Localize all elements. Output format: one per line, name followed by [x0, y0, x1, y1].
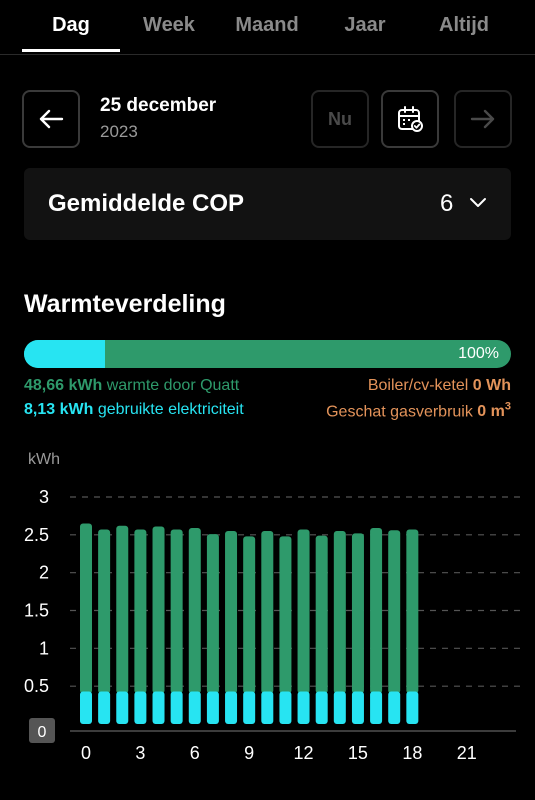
bar-heat: [279, 536, 292, 694]
bar-electricity: [370, 691, 383, 724]
bar-electricity: [116, 691, 129, 724]
x-tick-label: 12: [294, 743, 314, 763]
bar-electricity: [188, 691, 201, 724]
bar-heat: [188, 528, 201, 694]
period-tabs: Dag Week Maand Jaar Altijd: [0, 0, 535, 55]
x-tick-label: 15: [348, 743, 368, 763]
bar-heat: [333, 531, 346, 694]
cop-selector-value: 6: [440, 190, 454, 217]
bar-heat: [80, 523, 92, 694]
arrow-right-icon: [470, 109, 495, 129]
bar-electricity: [206, 691, 219, 724]
bar-heat: [206, 534, 219, 694]
bar-heat: [225, 531, 238, 694]
section-title: Warmteverdeling: [24, 290, 226, 318]
boiler-text: Boiler/cv-ketel: [367, 377, 469, 394]
x-tick-label: 18: [402, 743, 422, 763]
active-tab-indicator: [22, 49, 120, 52]
legend-boiler: Boiler/cv-ketel 0 Wh: [368, 377, 511, 395]
tab-altijd[interactable]: Altijd: [414, 14, 514, 37]
electricity-value: 8,13 kWh: [24, 401, 94, 418]
cop-selector-label: Gemiddelde COP: [48, 190, 245, 217]
bar-electricity: [170, 691, 183, 724]
bar-heat: [152, 526, 165, 694]
x-tick-label: 21: [457, 743, 477, 763]
x-tick-label: 6: [190, 743, 200, 763]
y-tick-zero-badge: [29, 718, 55, 743]
bar-heat: [370, 528, 383, 694]
bar-electricity: [279, 691, 292, 724]
y-tick-label: 3: [39, 487, 49, 507]
bar-heat: [116, 525, 129, 694]
calendar-check-icon: [398, 106, 423, 132]
cop-selector[interactable]: Gemiddelde COP 6: [24, 168, 511, 240]
gas-value: 0 m3: [477, 401, 511, 421]
heat-text: warmte door Quatt: [106, 377, 240, 394]
date-title: 25 december: [100, 95, 217, 116]
x-tick-label: 0: [81, 743, 91, 763]
bar-electricity: [225, 691, 238, 724]
bar-electricity: [98, 691, 111, 724]
bar-heat: [243, 536, 256, 694]
chart-y-axis-label: kWh: [28, 451, 60, 468]
bar-heat: [134, 529, 147, 694]
bar-electricity: [315, 691, 328, 724]
bar-heat: [315, 535, 328, 694]
bar-heat: [351, 533, 364, 694]
bar-heat: [98, 529, 111, 694]
bar-heat: [406, 529, 419, 694]
y-tick-label: 0: [38, 724, 47, 741]
legend-electricity: 8,13 kWh gebruikte elektriciteit: [24, 401, 244, 419]
x-tick-label: 9: [244, 743, 254, 763]
bar-electricity: [152, 691, 165, 724]
bar-electricity: [134, 691, 147, 724]
bar-electricity: [261, 691, 274, 724]
previous-day-button[interactable]: [22, 90, 80, 148]
bar-heat: [261, 531, 274, 694]
tab-maand[interactable]: Maand: [218, 14, 316, 37]
gas-unit-superscript: 3: [504, 401, 511, 413]
now-button[interactable]: Nu: [311, 90, 369, 148]
bar-heat: [170, 529, 183, 694]
y-tick-label: 0.5: [24, 676, 49, 696]
gas-value-number: 0 m: [477, 403, 505, 421]
bar-electricity: [351, 691, 364, 724]
tab-jaar[interactable]: Jaar: [316, 14, 414, 37]
bar-electricity: [80, 691, 92, 724]
next-day-button[interactable]: [454, 90, 512, 148]
y-tick-label: 2.5: [24, 525, 49, 545]
bar-heat: [388, 530, 401, 694]
boiler-value: 0 Wh: [472, 377, 511, 394]
legend-heat: 48,66 kWh warmte door Quatt: [24, 377, 239, 395]
electricity-share-fill: [24, 340, 106, 368]
heat-value: 48,66 kWh: [24, 377, 103, 394]
bar-electricity: [388, 691, 401, 724]
distribution-percent: 100%: [458, 345, 499, 362]
y-tick-label: 1: [39, 638, 49, 658]
y-tick-label: 2: [39, 563, 49, 583]
calendar-button[interactable]: [381, 90, 439, 148]
date-year: 2023: [100, 122, 138, 141]
chevron-down-icon: [470, 198, 486, 207]
x-tick-label: 3: [135, 743, 145, 763]
tab-week[interactable]: Week: [120, 14, 218, 37]
arrow-left-icon: [39, 109, 64, 129]
tab-dag[interactable]: Dag: [22, 14, 120, 37]
legend-gas: Geschat gasverbruik 0 m3: [326, 401, 511, 421]
bar-electricity: [333, 691, 346, 724]
bar-electricity: [406, 691, 419, 724]
heat-distribution-bar: 100%: [24, 340, 511, 368]
now-button-label: Nu: [328, 108, 352, 129]
y-tick-label: 1.5: [24, 601, 49, 621]
bar-heat: [297, 529, 310, 694]
electricity-text: gebruikte elektriciteit: [97, 401, 244, 418]
gas-text: Geschat gasverbruik: [326, 403, 473, 421]
bar-electricity: [297, 691, 310, 724]
bar-electricity: [243, 691, 256, 724]
